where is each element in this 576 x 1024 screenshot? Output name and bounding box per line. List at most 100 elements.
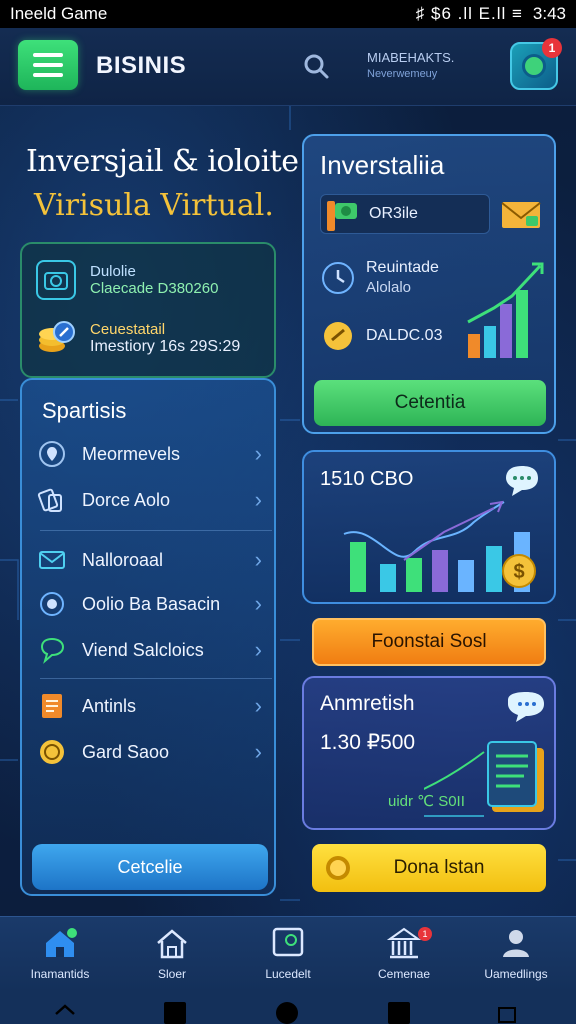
search-icon[interactable] (302, 52, 330, 80)
chevron-right-icon: › (254, 637, 262, 662)
document-stack-icon (36, 484, 68, 516)
stats-card: 1510 CBO $ (302, 450, 556, 604)
menu-item-3[interactable]: Oolio Ba Basacin › (36, 582, 262, 626)
info-row-2[interactable]: Ceuestatail Imestiory 16s 29S:29 (36, 318, 240, 358)
notepad-icon (36, 690, 68, 722)
chevron-right-icon: › (254, 591, 262, 616)
nav-item-4[interactable]: Uamedlings (466, 925, 566, 981)
nav-item-2[interactable]: Lucedelt (238, 925, 338, 981)
info-row-2-label: Ceuestatail (90, 320, 166, 338)
envelope-icon[interactable] (500, 198, 542, 232)
chat-bubble-icon (36, 634, 68, 666)
info-row-2-value: Imestiory 16s 29S:29 (90, 337, 241, 355)
notification-badge: 1 (542, 38, 562, 58)
amortish-title: Anmretish (320, 692, 415, 715)
profile-avatar-button[interactable]: 1 (510, 38, 562, 90)
svg-text:$: $ (513, 561, 524, 583)
back-button[interactable] (388, 1002, 410, 1024)
bank-icon[interactable] (496, 1002, 518, 1024)
menu-divider (40, 530, 272, 531)
system-navigation-bar (0, 992, 576, 1024)
investment-input-field[interactable]: OR3ile (320, 194, 490, 234)
refresh-clock-icon (322, 262, 354, 294)
bank-icon (386, 927, 422, 959)
chevron-right-icon: › (254, 547, 262, 572)
amortish-card: Anmretish 1.30 ₽500 uidr ℃ S0II (302, 676, 556, 830)
home-button[interactable] (276, 1002, 298, 1024)
investment-card: Inverstaliia OR3ile Reuintade Alolalo DA… (302, 134, 556, 434)
menu-divider (40, 678, 272, 679)
info-row-1[interactable]: Dulolie Claecade D380260 (36, 260, 218, 300)
menu-item-label: Antinls (82, 695, 137, 716)
investment-row-1-line2: Alolalo (366, 279, 412, 296)
dollar-coin-icon: $ (502, 554, 536, 588)
nav-item-3[interactable]: 1 Cemenae (354, 925, 454, 981)
status-time: 3:43 (532, 4, 566, 23)
nav-label: Sloer (157, 967, 186, 981)
chat-bubble-icon (506, 466, 538, 496)
money-stack-icon (327, 201, 357, 231)
investment-row-2[interactable]: DALDC.03 (320, 318, 442, 354)
status-icons: ♯ $6 .ll E.ll ≡ (415, 4, 523, 23)
info-row-1-value: Claecade D380260 (90, 280, 219, 297)
foonstai-button[interactable]: Foonstai Sosl (312, 618, 546, 666)
menu-item-2[interactable]: Nalloroaal › (36, 538, 262, 582)
menu-item-0[interactable]: Meormevels › (36, 432, 262, 476)
coin-icon (36, 736, 68, 768)
hamburger-line (33, 73, 63, 77)
nav-label: Cemenae (377, 967, 431, 981)
status-app-name: Ineeld Game (10, 4, 108, 23)
menu-item-5[interactable]: Antinls › (36, 684, 262, 728)
hamburger-line (33, 53, 63, 57)
menu-item-6[interactable]: Gard Saoo › (36, 730, 262, 774)
recents-button[interactable] (164, 1002, 186, 1024)
hero-title: Inversjail & ioloite (26, 144, 299, 179)
menu-item-label: Dorce Aolo (82, 489, 171, 510)
menu-item-label: Gard Saoo (82, 741, 170, 762)
app-title: BISINIS (96, 52, 187, 79)
investment-row-1[interactable]: Reuintade Alolalo (320, 258, 439, 298)
hero-subtitle: Virisula Virtual. (34, 188, 274, 223)
cetentia-button[interactable]: Cetentia (314, 380, 546, 426)
status-bar: Ineeld Game ♯ $6 .ll E.ll ≡ 3:43 (0, 0, 576, 28)
location-pin-icon (36, 438, 68, 470)
nav-item-0[interactable]: Inamantids (10, 925, 110, 981)
investment-row-1-line1: Reuintade (366, 259, 439, 276)
chevron-right-icon: › (254, 739, 262, 764)
coin-icon (324, 322, 352, 350)
amortish-footer: uidr ℃ S0II (388, 793, 465, 810)
header-subtitle: MIABEHAKTS. Neverwemeuy (367, 50, 454, 82)
menu-item-label: Meormevels (82, 443, 181, 464)
nav-label: Lucedelt (265, 967, 311, 981)
nav-badge: 1 (418, 927, 432, 941)
home-icon[interactable] (54, 1002, 76, 1024)
menu-item-label: Oolio Ba Basacin (82, 593, 221, 614)
nav-label: Inamantids (30, 967, 90, 981)
home-icon (46, 928, 77, 957)
menu-item-1[interactable]: Dorce Aolo › (36, 478, 262, 522)
hamburger-line (33, 63, 63, 67)
app-header: BISINIS MIABEHAKTS. Neverwemeuy 1 (0, 28, 576, 106)
amortish-value: 1.30 ₽500 (320, 731, 416, 754)
cetcelie-button[interactable]: Cetcelie (32, 844, 268, 890)
dona-lstan-button[interactable]: Dona lstan (312, 844, 546, 892)
menu-card: Spartisis Meormevels › Dorce Aolo › Nall… (20, 378, 276, 896)
coin-icon (326, 856, 350, 880)
avatar (522, 54, 546, 78)
hamburger-menu-button[interactable] (18, 40, 78, 90)
dona-lstan-label: Dona lstan (393, 857, 485, 878)
menu-heading: Spartisis (42, 398, 127, 423)
info-card: Dulolie Claecade D380260 Ceuestatail Ime… (20, 242, 276, 378)
nav-item-1[interactable]: Sloer (122, 925, 222, 981)
header-sub-line1: MIABEHAKTS. (367, 50, 455, 65)
menu-item-label: Viend Salcloics (82, 639, 204, 660)
chevron-right-icon: › (254, 487, 262, 512)
bottom-navigation: Inamantids Sloer Lucedelt 1 Cemenae Uame… (0, 916, 576, 992)
tablet-icon (272, 927, 304, 957)
nav-label: Uamedlings (484, 967, 548, 981)
menu-item-4[interactable]: Viend Salcloics › (36, 628, 262, 672)
header-sub-line2: Neverwemeuy (367, 68, 438, 80)
user-icon (503, 930, 529, 957)
chevron-right-icon: › (254, 693, 262, 718)
menu-item-label: Nalloroaal (82, 549, 164, 570)
